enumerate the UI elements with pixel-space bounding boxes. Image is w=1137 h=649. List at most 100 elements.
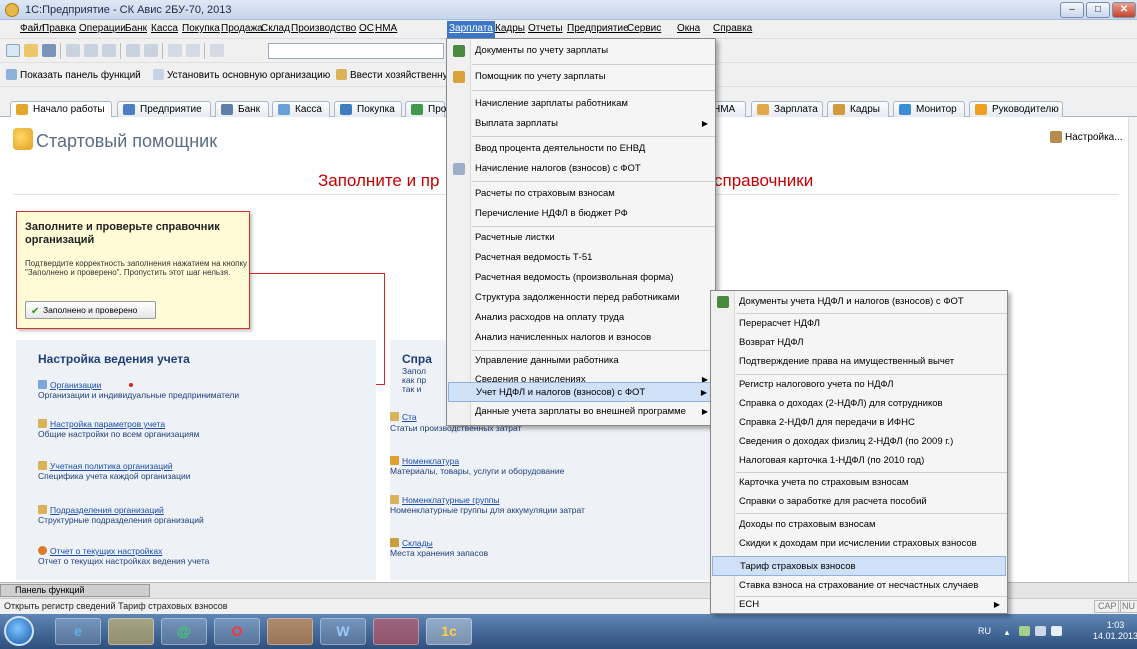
submenu-item[interactable]: Справки о заработке для расчета пособий bbox=[712, 492, 927, 512]
menu-bank[interactable]: Банк bbox=[125, 23, 147, 34]
settings-link[interactable]: Настройка... bbox=[1065, 132, 1123, 143]
tab-purchase[interactable]: Покупка bbox=[334, 101, 402, 118]
menu-salary[interactable]: Зарплата bbox=[447, 21, 495, 38]
submenu-item[interactable]: Справка 2-НДФЛ для передачи в ИФНС bbox=[712, 413, 915, 433]
taskbar-1c-icon[interactable]: 1c bbox=[426, 618, 472, 645]
menu-sales[interactable]: Продажа bbox=[221, 23, 263, 34]
submenu-item[interactable]: Документы учета НДФЛ и налогов (взносов)… bbox=[712, 292, 964, 312]
submenu-item[interactable]: Перерасчет НДФЛ bbox=[712, 314, 820, 334]
menu-item[interactable]: Ввод процента деятельности по ЕНВД bbox=[448, 139, 645, 159]
menu-os[interactable]: ОС bbox=[359, 23, 374, 34]
print-icon[interactable] bbox=[126, 44, 140, 57]
function-panel-tab[interactable]: Панель функций bbox=[0, 584, 150, 597]
maximize-button[interactable]: □ bbox=[1086, 2, 1110, 18]
menu-item[interactable]: Документы по учету зарплаты bbox=[448, 41, 608, 61]
menu-reports[interactable]: Отчеты bbox=[528, 23, 563, 34]
menu-cash[interactable]: Касса bbox=[151, 23, 178, 34]
menu-item[interactable]: Начисление налогов (взносов) с ФОТ bbox=[448, 159, 641, 179]
submenu-item[interactable]: Подтверждение права на имущественный выч… bbox=[712, 352, 954, 372]
preview-icon[interactable] bbox=[144, 44, 158, 57]
submenu-item[interactable]: Возврат НДФЛ bbox=[712, 333, 804, 353]
link-departments[interactable]: Подразделения организаций bbox=[38, 505, 164, 515]
enter-operation-button[interactable]: Ввести хозяйственную bbox=[336, 69, 455, 81]
menu-item[interactable]: Расчетная ведомость (произвольная форма) bbox=[448, 268, 674, 288]
network-icon[interactable] bbox=[1019, 626, 1030, 636]
menu-operations[interactable]: Операции bbox=[79, 23, 126, 34]
submenu-item[interactable]: Скидки к доходам при исчислении страховы… bbox=[712, 534, 977, 554]
menu-item[interactable]: Структура задолженности перед работникам… bbox=[448, 288, 679, 308]
menu-warehouse[interactable]: Склад bbox=[261, 23, 290, 34]
menu-purchase[interactable]: Покупка bbox=[182, 23, 220, 34]
link-nomenclature[interactable]: Номенклатура bbox=[390, 456, 459, 466]
menu-item[interactable]: Расчеты по страховым взносам bbox=[448, 184, 615, 204]
keyboard-language[interactable]: RU bbox=[978, 626, 991, 636]
menu-item[interactable]: Помощник по учету зарплаты bbox=[448, 67, 606, 87]
cut-icon[interactable] bbox=[66, 44, 80, 57]
menu-item-ndfl-selected[interactable]: Учет НДФЛ и налогов (взносов) с ФОТ ▶ bbox=[448, 382, 714, 402]
taskbar-word-icon[interactable]: W bbox=[320, 618, 366, 645]
link-settings-report[interactable]: Отчет о текущих настройках bbox=[38, 546, 162, 556]
submenu-item[interactable]: Карточка учета по страховым взносам bbox=[712, 473, 908, 493]
open-folder-icon[interactable] bbox=[24, 44, 38, 57]
power-icon[interactable] bbox=[1051, 626, 1062, 636]
submenu-item[interactable]: Ставка взноса на страхование от несчастн… bbox=[712, 576, 978, 596]
tab-manager[interactable]: Руководителю bbox=[969, 101, 1063, 118]
vertical-scrollbar[interactable] bbox=[1128, 117, 1137, 582]
search-combo[interactable] bbox=[268, 43, 444, 59]
menu-item[interactable]: Начисление зарплаты работникам bbox=[448, 94, 628, 114]
taskbar-explorer-icon[interactable] bbox=[108, 618, 154, 645]
taskbar-mail-icon[interactable]: @ bbox=[161, 618, 207, 645]
clock[interactable]: 1:03 14.01.2013 bbox=[1093, 620, 1137, 642]
set-org-button[interactable]: Установить основную организацию bbox=[153, 69, 330, 81]
link-nomenclature-groups[interactable]: Номенклатурные группы bbox=[390, 495, 500, 505]
tab-production[interactable]: Про bbox=[405, 101, 446, 118]
menu-item[interactable]: Расчетные листки bbox=[448, 228, 555, 248]
link-accounting-params[interactable]: Настройка параметров учета bbox=[38, 419, 165, 429]
link-cost-items[interactable]: Ста bbox=[390, 412, 417, 422]
minimize-button[interactable]: – bbox=[1060, 2, 1084, 18]
tab-monitor[interactable]: Монитор bbox=[893, 101, 965, 118]
search-icon[interactable] bbox=[210, 44, 224, 57]
menu-help[interactable]: Справка bbox=[713, 23, 752, 34]
taskbar-ie-icon[interactable]: e bbox=[55, 618, 101, 645]
submenu-item[interactable]: Сведения о доходах физлиц 2-НДФЛ (по 200… bbox=[712, 432, 953, 452]
menu-edit[interactable]: Правка bbox=[42, 23, 76, 34]
submenu-item[interactable]: Регистр налогового учета по НДФЛ bbox=[712, 375, 894, 395]
paste-icon[interactable] bbox=[102, 44, 116, 57]
menu-windows[interactable]: Окна bbox=[677, 23, 700, 34]
tab-enterprise[interactable]: Предприятие bbox=[117, 101, 211, 118]
submenu-item-tariff-selected[interactable]: Тариф страховых взносов bbox=[712, 556, 1006, 576]
taskbar-player-icon[interactable] bbox=[267, 618, 313, 645]
menu-item[interactable]: Расчетная ведомость Т-51 bbox=[448, 248, 592, 268]
save-icon[interactable] bbox=[42, 44, 56, 57]
menu-nma[interactable]: НМА bbox=[375, 23, 397, 34]
tab-salary[interactable]: Зарплата bbox=[751, 101, 823, 118]
link-organizations[interactable]: Организации bbox=[38, 380, 101, 390]
start-button[interactable] bbox=[4, 616, 34, 646]
menu-item[interactable]: Анализ расходов на оплату труда bbox=[448, 308, 624, 328]
redo-icon[interactable] bbox=[186, 44, 200, 57]
submenu-item[interactable]: ЕСН ▶ bbox=[712, 595, 1006, 615]
submenu-item[interactable]: Справка о доходах (2-НДФЛ) для сотрудник… bbox=[712, 394, 943, 414]
menu-item[interactable]: Выплата зарплаты ▶ bbox=[448, 114, 714, 134]
taskbar-opera-icon[interactable]: O bbox=[214, 618, 260, 645]
close-button[interactable]: ✕ bbox=[1112, 2, 1136, 18]
show-panel-button[interactable]: Показать панель функций bbox=[6, 69, 141, 81]
menu-hr[interactable]: Кадры bbox=[495, 23, 525, 34]
link-warehouses[interactable]: Склады bbox=[390, 538, 433, 548]
tab-hr[interactable]: Кадры bbox=[827, 101, 889, 118]
taskbar-outlook-icon[interactable] bbox=[373, 618, 419, 645]
tray-arrow-icon[interactable]: ▲ bbox=[1003, 628, 1011, 637]
menu-production[interactable]: Производство bbox=[291, 23, 356, 34]
menu-service[interactable]: Сервис bbox=[627, 23, 661, 34]
menu-item[interactable]: Управление данными работника bbox=[448, 351, 619, 371]
new-doc-icon[interactable] bbox=[6, 44, 20, 57]
link-accounting-policy[interactable]: Учетная политика организаций bbox=[38, 461, 173, 471]
filled-and-checked-button[interactable]: ✔ Заполнено и проверено bbox=[25, 301, 156, 319]
menu-item[interactable]: Анализ начисленных налогов и взносов bbox=[448, 328, 651, 348]
tab-bank[interactable]: Банк bbox=[215, 101, 269, 118]
menu-item[interactable]: Перечисление НДФЛ в бюджет РФ bbox=[448, 204, 628, 224]
menu-enterprise[interactable]: Предприятие bbox=[567, 23, 629, 34]
volume-icon[interactable] bbox=[1035, 626, 1046, 636]
undo-icon[interactable] bbox=[168, 44, 182, 57]
